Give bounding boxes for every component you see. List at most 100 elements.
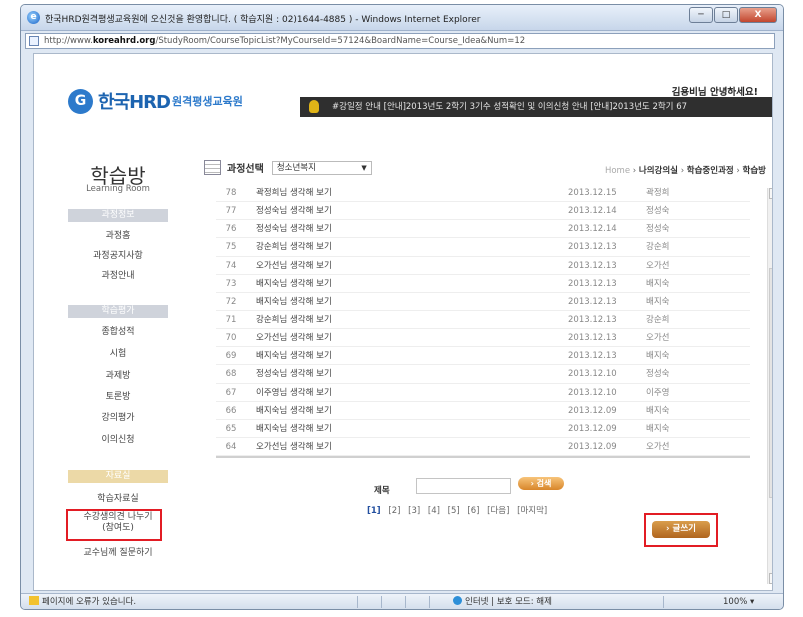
search-label: 제목 — [374, 486, 390, 496]
table-row[interactable]: 74 오가선님 생각해 보기 2013.12.13 오가선 — [216, 257, 750, 275]
breadcrumb-current-courses[interactable]: 학습중인과정 — [687, 166, 734, 176]
sidebar-item-ask-professor[interactable]: 교수님께 질문하기 — [64, 545, 172, 558]
browser-window: e 한국HRD원격평생교육원에 오신것을 환영합니다. ( 학습지원 : 02)… — [20, 4, 784, 610]
post-title[interactable]: 정성숙님 생각해 보기 — [256, 220, 332, 238]
window-title: 한국HRD원격평생교육원에 오신것을 환영합니다. ( 학습지원 : 02)16… — [45, 15, 481, 25]
search-button[interactable]: › 검색 — [518, 477, 564, 490]
table-row[interactable]: 73 배지숙님 생각해 보기 2013.12.13 배지숙 — [216, 275, 750, 293]
post-title[interactable]: 배지숙님 생각해 보기 — [256, 420, 332, 438]
microphone-icon — [309, 100, 319, 113]
table-row[interactable]: 68 정성숙님 생각해 보기 2013.12.10 정성숙 — [216, 365, 750, 384]
table-row[interactable]: 77 정성숙님 생각해 보기 2013.12.14 정성숙 — [216, 202, 750, 221]
post-date: 2013.12.13 — [568, 314, 617, 325]
minimize-button[interactable]: ─ — [689, 7, 713, 23]
table-row[interactable]: 75 강순희님 생각해 보기 2013.12.13 강순희 — [216, 238, 750, 257]
write-post-button[interactable]: › 글쓰기 — [652, 521, 710, 538]
sidebar-item-course-guide[interactable]: 과정안내 — [64, 268, 172, 281]
status-bar: 페이지에 오류가 있습니다. 인터넷 | 보호 모드: 해제 100% ▾ — [21, 593, 783, 609]
table-row[interactable]: 78 곽정희님 생각해 보기 2013.12.15 곽정희 — [216, 184, 750, 203]
post-number: 64 — [225, 441, 237, 452]
post-number: 76 — [225, 224, 237, 235]
zoom-value: 100% — [723, 597, 748, 607]
status-error-text: 페이지에 오류가 있습니다. — [42, 597, 137, 607]
breadcrumb-my-classroom[interactable]: 나의강의실 — [639, 166, 678, 176]
post-title[interactable]: 곽정희님 생각해 보기 — [256, 184, 332, 202]
table-row[interactable]: 64 오가선님 생각해 보기 2013.12.09 오가선 — [216, 438, 750, 457]
post-title[interactable]: 오가선님 생각해 보기 — [256, 438, 332, 456]
page-link-1[interactable]: [1] — [367, 506, 381, 516]
sidebar-item-assignments[interactable]: 과제방 — [64, 368, 172, 381]
table-row[interactable]: 71 강순희님 생각해 보기 2013.12.13 강순희 — [216, 311, 750, 330]
post-number: 73 — [225, 278, 237, 289]
post-author: 배지숙 — [646, 351, 670, 362]
table-row[interactable]: 66 배지숙님 생각해 보기 2013.12.09 배지숙 — [216, 402, 750, 420]
url-prefix: http://www. — [44, 36, 93, 46]
logo-subtitle: 원격평생교육원 — [172, 95, 243, 108]
post-title[interactable]: 강순희님 생각해 보기 — [256, 311, 332, 329]
table-row[interactable]: 70 오가선님 생각해 보기 2013.12.13 오가선 — [216, 329, 750, 348]
sidebar-item-exam[interactable]: 시험 — [64, 346, 172, 359]
highlight-box-sidebar — [66, 509, 162, 541]
scroll-down-arrow-icon[interactable]: ▼ — [769, 573, 772, 584]
sidebar-item-discussion[interactable]: 토론방 — [64, 389, 172, 402]
table-row[interactable]: 65 배지숙님 생각해 보기 2013.12.09 배지숙 — [216, 420, 750, 438]
post-author: 정성숙 — [646, 206, 670, 217]
close-button[interactable]: X — [739, 7, 777, 23]
scrollbar[interactable]: ▲ ▼ — [767, 188, 772, 584]
search-input[interactable] — [416, 478, 511, 494]
post-author: 강순희 — [646, 242, 670, 253]
post-title[interactable]: 배지숙님 생각해 보기 — [256, 402, 332, 420]
sidebar-item-lecture-evaluation[interactable]: 강의평가 — [64, 410, 172, 423]
post-title[interactable]: 정성숙님 생각해 보기 — [256, 202, 332, 220]
sidebar-subtitle: Learning Room — [86, 184, 150, 194]
sidebar-item-course-home[interactable]: 과정홈 — [64, 228, 172, 241]
post-title[interactable]: 배지숙님 생각해 보기 — [256, 293, 332, 311]
table-row[interactable]: 69 배지숙님 생각해 보기 2013.12.13 배지숙 — [216, 347, 750, 366]
sidebar-section-resources: 자료실 — [68, 470, 168, 483]
table-row[interactable]: 67 이주영님 생각해 보기 2013.12.10 이주영 — [216, 384, 750, 402]
site-logo[interactable]: G 한국HRD 원격평생교육원 — [68, 88, 243, 114]
page-link-6[interactable]: [6] — [467, 506, 479, 516]
maximize-button[interactable]: □ — [714, 7, 738, 23]
post-title[interactable]: 정성숙님 생각해 보기 — [256, 365, 332, 383]
page-link-2[interactable]: [2] — [388, 506, 400, 516]
page-link-5[interactable]: [5] — [448, 506, 460, 516]
post-title[interactable]: 오가선님 생각해 보기 — [256, 257, 332, 275]
post-number: 78 — [225, 188, 237, 198]
notice-ticker[interactable]: #강일정 안내 [안내]2013년도 2학기 3기수 성적확인 및 이의신청 안… — [300, 97, 772, 117]
sidebar-item-appeal[interactable]: 이의신청 — [64, 432, 172, 445]
post-list: 78 곽정희님 생각해 보기 2013.12.15 곽정희 77 정성숙님 생각해 보기 2… — [216, 184, 750, 457]
post-author: 정성숙 — [646, 224, 670, 235]
post-number: 67 — [225, 387, 237, 398]
post-number: 69 — [225, 351, 237, 362]
zoom-dropdown-icon[interactable]: ▾ — [750, 597, 754, 607]
course-select[interactable]: 청소년복지 ▼ — [271, 160, 372, 175]
address-bar[interactable]: http://www.koreahrd.org/StudyRoom/Course… — [25, 33, 775, 49]
status-divider — [357, 596, 358, 608]
post-date: 2013.12.09 — [568, 405, 617, 416]
sidebar-item-study-materials[interactable]: 학습자료실 — [64, 491, 172, 504]
globe-icon — [453, 596, 462, 605]
page-link-3[interactable]: [3] — [408, 506, 420, 516]
table-row[interactable]: 76 정성숙님 생각해 보기 2013.12.14 정성숙 — [216, 220, 750, 239]
post-title[interactable]: 오가선님 생각해 보기 — [256, 329, 332, 347]
zoom-control[interactable]: 100% ▾ — [723, 594, 754, 609]
post-title[interactable]: 배지숙님 생각해 보기 — [256, 347, 332, 365]
home-icon[interactable]: Home — [605, 166, 630, 176]
table-row[interactable]: 72 배지숙님 생각해 보기 2013.12.13 배지숙 — [216, 293, 750, 311]
page-link-4[interactable]: [4] — [428, 506, 440, 516]
post-author: 곽정희 — [646, 188, 670, 198]
post-title[interactable]: 배지숙님 생각해 보기 — [256, 275, 332, 293]
page-link-last[interactable]: [마지막] — [517, 506, 547, 516]
post-title[interactable]: 강순희님 생각해 보기 — [256, 238, 332, 256]
security-zone[interactable]: 인터넷 | 보호 모드: 해제 — [453, 594, 552, 609]
post-date: 2013.12.13 — [568, 242, 617, 253]
sidebar-item-overall-grades[interactable]: 종합성적 — [64, 324, 172, 337]
sidebar-item-course-notice[interactable]: 과정공지사항 — [64, 248, 172, 261]
scrollbar-thumb[interactable] — [769, 268, 772, 498]
page-link-next[interactable]: [다음] — [487, 506, 509, 516]
status-error[interactable]: 페이지에 오류가 있습니다. — [29, 594, 137, 609]
page-content: G 한국HRD 원격평생교육원 김용비님 안녕하세요! #강일정 안내 [안내]… — [33, 53, 773, 591]
post-title[interactable]: 이주영님 생각해 보기 — [256, 384, 332, 402]
scroll-up-arrow-icon[interactable]: ▲ — [769, 188, 772, 199]
